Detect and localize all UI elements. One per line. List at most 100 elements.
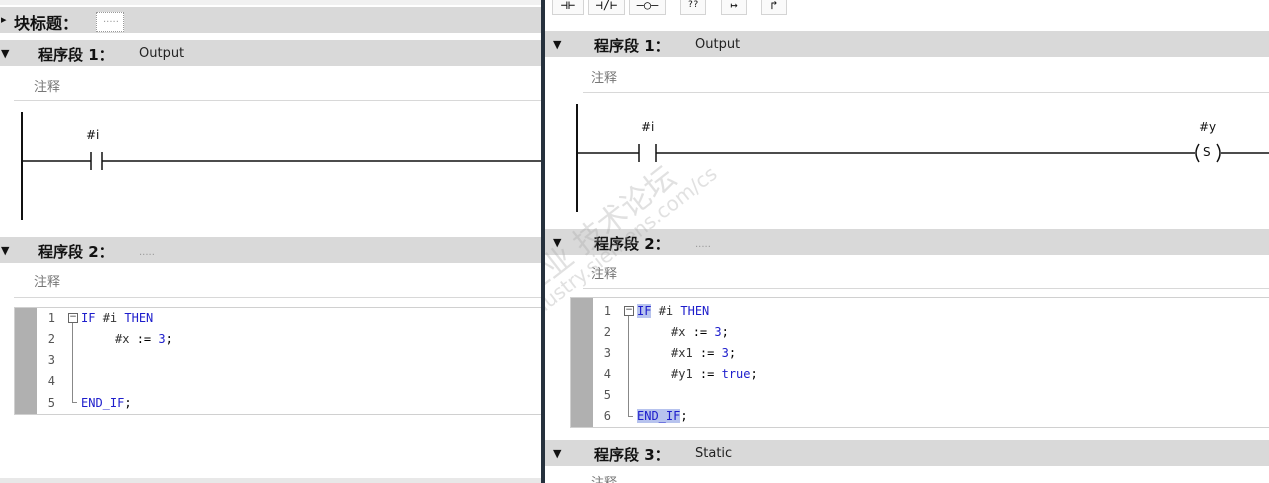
variable: #x1 bbox=[671, 346, 693, 360]
variable: #i bbox=[658, 304, 674, 318]
keyword: IF bbox=[637, 304, 652, 318]
operator: := bbox=[699, 367, 715, 381]
variable: #y1 bbox=[671, 367, 693, 381]
code-line-6[interactable]: END_IF; bbox=[637, 409, 688, 423]
keyword: THEN bbox=[680, 304, 710, 318]
variable: #x bbox=[115, 332, 130, 346]
fold-minus-icon[interactable]: − bbox=[68, 313, 78, 323]
network3-title: 程序段 3： bbox=[594, 446, 670, 464]
empty-box-button[interactable]: ?? bbox=[680, 0, 706, 15]
code-line-5[interactable]: END_IF; bbox=[81, 396, 132, 410]
network1-ladder bbox=[21, 112, 541, 220]
network1-comment[interactable]: 注释 bbox=[34, 76, 60, 95]
number: 3 bbox=[158, 332, 166, 346]
line-number: 6 bbox=[603, 409, 611, 423]
open-branch-button[interactable]: ↦ bbox=[721, 0, 747, 15]
network2-comment[interactable]: 注释 bbox=[591, 263, 617, 282]
horizontal-scrollbar[interactable] bbox=[0, 478, 541, 483]
block-title-field[interactable]: ..... bbox=[96, 12, 124, 32]
line-number: 2 bbox=[603, 325, 611, 339]
scl-editor[interactable]: 1 2 3 4 5 − IF #i THEN #x := 3; END_IF; bbox=[14, 307, 541, 415]
variable: #i bbox=[102, 311, 118, 325]
line-number: 4 bbox=[47, 374, 55, 388]
left-editor-pane: ▸ 块标题： ..... ▼ 程序段 1： Output 注释 #i ▼ 程序段… bbox=[0, 0, 541, 483]
network1-subtitle: Output bbox=[139, 46, 185, 61]
operator: := bbox=[692, 325, 708, 339]
semicolon: ; bbox=[124, 396, 132, 410]
semicolon: ; bbox=[750, 367, 758, 381]
output-coil-button[interactable]: –○– bbox=[629, 0, 666, 15]
collapse-arrow-icon[interactable]: ▼ bbox=[1, 47, 9, 60]
keyword: IF bbox=[81, 311, 96, 325]
block-title-header[interactable] bbox=[0, 7, 541, 33]
set-coil-left[interactable] bbox=[1195, 143, 1200, 163]
network1-title: 程序段 1： bbox=[594, 37, 670, 55]
line-number: 4 bbox=[603, 367, 611, 381]
block-title-label: 块标题： bbox=[14, 14, 79, 33]
fold-line-end bbox=[72, 402, 77, 403]
code-line-1[interactable]: IF #i THEN bbox=[637, 304, 709, 318]
comment-separator bbox=[14, 297, 541, 298]
semicolon: ; bbox=[721, 325, 729, 339]
keyword: END_IF bbox=[81, 396, 125, 410]
literal: true bbox=[721, 367, 751, 381]
normally-open-contact-button[interactable]: ⊣⊢ bbox=[552, 0, 584, 15]
code-line-1[interactable]: IF #i THEN bbox=[81, 311, 153, 325]
collapse-arrow-icon[interactable]: ▼ bbox=[553, 236, 561, 249]
keyword: END_IF bbox=[637, 409, 681, 423]
network2-subtitle[interactable]: ..... bbox=[695, 239, 711, 250]
network2-subtitle[interactable]: ..... bbox=[139, 247, 155, 258]
code-line-4[interactable]: #y1 := true; bbox=[671, 367, 758, 381]
network1-subtitle: Output bbox=[695, 37, 741, 52]
collapse-arrow-icon[interactable]: ▼ bbox=[553, 38, 561, 51]
network1-comment[interactable]: 注释 bbox=[591, 67, 617, 86]
network3-comment[interactable]: 注释 bbox=[591, 472, 617, 483]
collapse-arrow-icon[interactable]: ▼ bbox=[553, 447, 561, 460]
normally-closed-contact-button[interactable]: ⊣/⊢ bbox=[588, 0, 625, 15]
toolbar-strip bbox=[0, 0, 541, 5]
right-editor-pane: ⊣⊢ ⊣/⊢ –○– ?? ↦ ↱ ▼ 程序段 1： Output 注释 #i … bbox=[545, 0, 1269, 483]
line-number: 1 bbox=[603, 304, 611, 318]
line-number: 5 bbox=[603, 388, 611, 402]
expand-arrow-icon[interactable]: ▸ bbox=[1, 13, 7, 26]
operator: := bbox=[699, 346, 715, 360]
network1-ladder bbox=[576, 104, 1269, 212]
collapse-arrow-icon[interactable]: ▼ bbox=[1, 244, 9, 257]
contact-variable[interactable]: #i bbox=[641, 120, 654, 134]
operator: := bbox=[136, 332, 152, 346]
line-number: 1 bbox=[47, 311, 55, 325]
semicolon: ; bbox=[728, 346, 737, 360]
scl-editor[interactable]: 1 2 3 4 5 6 − IF #i THEN #x := 3; #x1 :=… bbox=[570, 297, 1269, 428]
code-line-2[interactable]: #x := 3; bbox=[115, 332, 173, 346]
line-number: 2 bbox=[47, 332, 55, 346]
comment-separator bbox=[583, 288, 1269, 289]
fold-line-end bbox=[628, 416, 633, 417]
variable: #x bbox=[671, 325, 686, 339]
semicolon: ; bbox=[680, 409, 688, 423]
number: 3 bbox=[721, 346, 729, 360]
code-line-3[interactable]: #x1 := 3; bbox=[671, 346, 736, 360]
number: 3 bbox=[714, 325, 722, 339]
coil-variable[interactable]: #y bbox=[1199, 120, 1216, 134]
coil-set-label: S bbox=[1203, 145, 1211, 159]
network2-title: 程序段 2： bbox=[594, 235, 670, 253]
line-number: 3 bbox=[47, 353, 55, 367]
set-coil-right[interactable] bbox=[1216, 143, 1221, 163]
semicolon: ; bbox=[165, 332, 173, 346]
network2-comment[interactable]: 注释 bbox=[34, 271, 60, 290]
contact-variable[interactable]: #i bbox=[86, 128, 99, 142]
editor-gutter bbox=[15, 308, 37, 414]
keyword: THEN bbox=[124, 311, 154, 325]
comment-separator bbox=[583, 92, 1269, 93]
network1-title: 程序段 1： bbox=[38, 46, 114, 64]
code-line-2[interactable]: #x := 3; bbox=[671, 325, 729, 339]
network3-subtitle: Static bbox=[695, 446, 733, 461]
fold-line bbox=[72, 323, 73, 402]
close-branch-button[interactable]: ↱ bbox=[761, 0, 787, 15]
line-number: 3 bbox=[603, 346, 611, 360]
line-number: 5 bbox=[47, 396, 55, 410]
comment-separator bbox=[14, 100, 541, 101]
editor-gutter bbox=[571, 298, 593, 427]
network2-title: 程序段 2： bbox=[38, 243, 114, 261]
fold-minus-icon[interactable]: − bbox=[624, 306, 634, 316]
